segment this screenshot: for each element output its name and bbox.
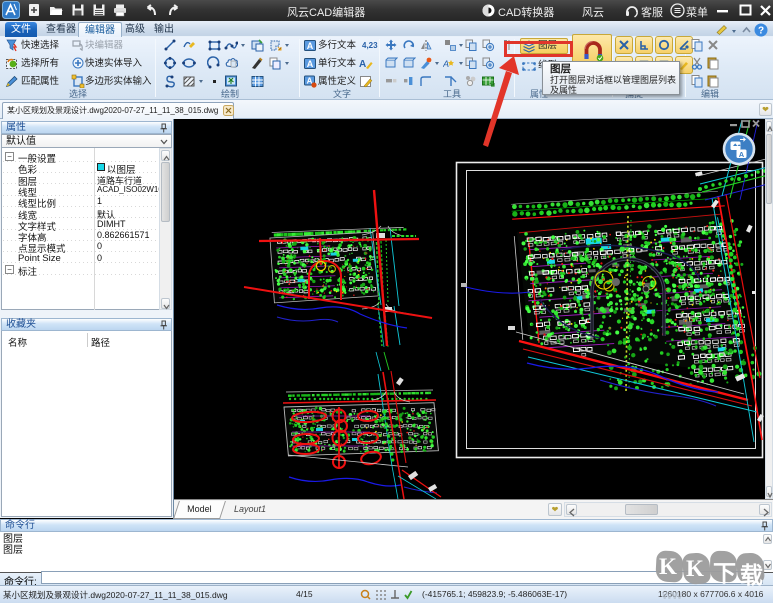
svg-text:A: A xyxy=(359,59,366,70)
svg-text:A: A xyxy=(443,59,449,69)
svg-text:?: ? xyxy=(758,26,764,37)
svg-text:A: A xyxy=(307,41,314,51)
svg-text:4,23: 4,23 xyxy=(362,41,378,50)
svg-text:A: A xyxy=(307,59,314,69)
svg-text:A: A xyxy=(739,150,745,159)
